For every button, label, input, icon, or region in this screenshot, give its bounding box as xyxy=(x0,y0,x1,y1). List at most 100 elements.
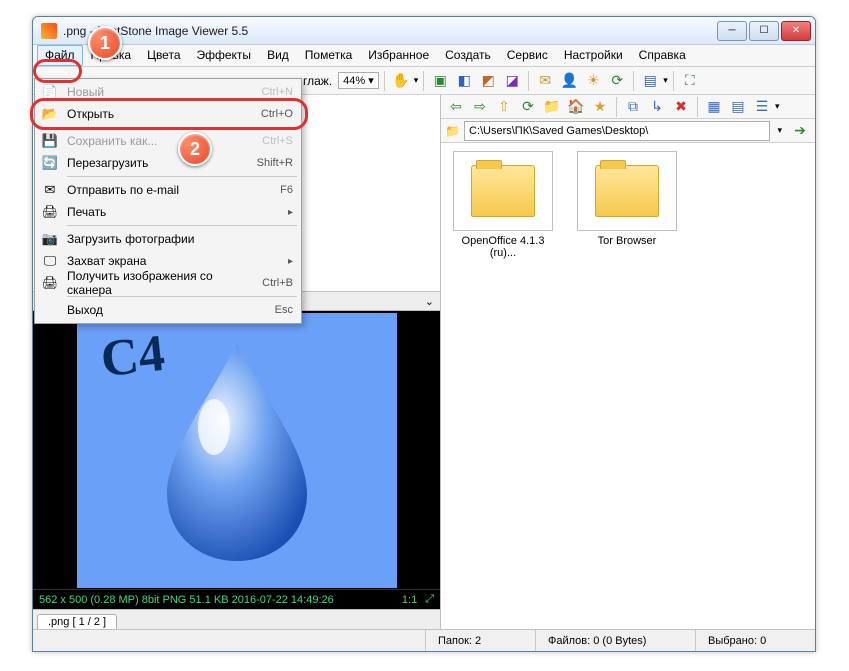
callout-badge: 1 xyxy=(88,26,122,60)
folder-icon xyxy=(471,165,535,217)
capture-icon: 🖵 xyxy=(41,253,59,269)
copy-icon[interactable]: ⧉ xyxy=(622,96,644,118)
folder-item[interactable]: OpenOffice 4.1.3 (ru)... xyxy=(449,151,557,259)
menu-colors[interactable]: Цвета xyxy=(139,45,188,66)
chevron-down-icon: ▾ xyxy=(368,74,374,87)
image-tab[interactable]: .png [ 1 / 2 ] xyxy=(37,614,117,629)
menu-view[interactable]: Вид xyxy=(259,45,297,66)
folder-icon[interactable]: 📁 xyxy=(541,96,563,118)
nav-up-icon[interactable]: ⇧ xyxy=(493,96,515,118)
menu-item-печать[interactable]: 🖨Печать▸ xyxy=(37,201,299,223)
menu-item-сохранить-как-: 💾 Сохранить как... Ctrl+S xyxy=(37,130,299,152)
water-drop-icon xyxy=(162,335,312,565)
pan-tool-icon[interactable]: ✋ xyxy=(390,70,412,92)
status-files: Файлов: 0 (0 Bytes) xyxy=(535,630,695,651)
preview-image: C4 xyxy=(77,313,397,588)
menu-create[interactable]: Создать xyxy=(437,45,499,66)
view-list-icon[interactable]: ▤ xyxy=(727,96,749,118)
crop-icon[interactable]: ◩ xyxy=(477,70,499,92)
menu-item-отправить-по-e-mail[interactable]: ✉Отправить по e-mailF6 xyxy=(37,179,299,201)
maximize-button[interactable]: ☐ xyxy=(749,21,779,41)
statusbar: Папок: 2 Файлов: 0 (0 Bytes) Выбрано: 0 xyxy=(33,629,815,651)
path-text: C:\Users\ПК\Saved Games\Desktop\ xyxy=(469,125,648,137)
menu-item-новый: 📄НовыйCtrl+N xyxy=(37,81,299,103)
scanner-icon: 🖨 xyxy=(41,275,59,291)
menu-item-label: Получить изображения со сканера xyxy=(67,269,254,297)
menu-separator xyxy=(67,225,297,226)
sun-icon[interactable]: ☀ xyxy=(582,70,604,92)
batch-icon[interactable]: ◪ xyxy=(501,70,523,92)
minimize-button[interactable]: ─ xyxy=(717,21,747,41)
menu-help[interactable]: Справка xyxy=(631,45,694,66)
scribble-overlay: C4 xyxy=(98,323,167,388)
home-icon[interactable]: 🏠 xyxy=(565,96,587,118)
nav-back-icon[interactable]: ⇦ xyxy=(445,96,467,118)
fit-icon[interactable]: ⤢ xyxy=(425,593,434,606)
menu-item-перезагрузить[interactable]: 🔄ПерезагрузитьShift+R xyxy=(37,152,299,174)
delete-icon[interactable]: ✖ xyxy=(670,96,692,118)
fullscreen-icon[interactable]: ⛶ xyxy=(679,70,701,92)
zoom-ratio: 1:1 xyxy=(402,594,417,606)
reload-icon: 🔄 xyxy=(41,155,59,171)
browser-pane: ⇦ ⇨ ⇧ ⟳ 📁 🏠 ★ ⧉ ↳ ✖ ▦ ▤ ☰ ▾ 📁 C:\ xyxy=(441,95,815,629)
camera-icon: 📷 xyxy=(41,231,59,247)
folder-list[interactable]: OpenOffice 4.1.3 (ru)... Tor Browser xyxy=(441,143,815,629)
menu-separator xyxy=(67,176,297,177)
blank-icon xyxy=(41,302,59,318)
menu-item-загрузить-фотографии[interactable]: 📷Загрузить фотографии xyxy=(37,228,299,250)
refresh-icon[interactable]: ⟳ xyxy=(606,70,628,92)
menu-item-получить-изображения-со-сканера[interactable]: 🖨Получить изображения со сканераCtrl+B xyxy=(37,272,299,294)
go-icon[interactable]: ➔ xyxy=(789,120,811,142)
menu-item-открыть[interactable]: 📂ОткрытьCtrl+O xyxy=(37,103,299,125)
file-dropdown-menu: 📄НовыйCtrl+N📂ОткрытьCtrl+O💾Сохранить как… xyxy=(34,78,302,324)
view-thumbs-icon[interactable]: ▦ xyxy=(703,96,725,118)
menu-tag[interactable]: Пометка xyxy=(297,45,361,66)
status-folders: Папок: 2 xyxy=(425,630,535,651)
menu-item-label: Перезагрузить xyxy=(67,156,249,170)
menu-service[interactable]: Сервис xyxy=(499,45,556,66)
chevron-down-icon: ▾ xyxy=(414,75,419,86)
save-icon: 💾 xyxy=(41,133,59,149)
reload-icon[interactable]: ⟳ xyxy=(517,96,539,118)
close-button[interactable]: ✕ xyxy=(781,21,811,41)
menu-item-shortcut: Ctrl+S xyxy=(262,135,293,147)
app-icon xyxy=(41,23,57,39)
zoom-combo[interactable]: 44% ▾ xyxy=(338,72,379,89)
preview-area[interactable]: C4 xyxy=(33,311,440,589)
chevron-down-icon: ▾ xyxy=(663,75,668,86)
chevron-down-icon[interactable]: ▾ xyxy=(774,125,785,136)
path-input[interactable]: C:\Users\ПК\Saved Games\Desktop\ xyxy=(464,121,771,141)
slideshow-icon[interactable]: ▣ xyxy=(429,70,451,92)
menu-settings[interactable]: Настройки xyxy=(556,45,631,66)
titlebar: .png - FastStone Image Viewer 5.5 ─ ☐ ✕ xyxy=(33,17,815,45)
status-selected: Выбрано: 0 xyxy=(695,630,815,651)
move-icon[interactable]: ↳ xyxy=(646,96,668,118)
thumbnails-icon[interactable]: ▤ xyxy=(639,70,661,92)
window-controls: ─ ☐ ✕ xyxy=(717,21,811,41)
file-new-icon: 📄 xyxy=(41,84,59,100)
menubar: Файл Правка Цвета Эффекты Вид Пометка Из… xyxy=(33,45,815,67)
menu-item-выход[interactable]: ВыходEsc xyxy=(37,299,299,321)
menu-file[interactable]: Файл xyxy=(37,45,83,66)
favorite-icon[interactable]: ★ xyxy=(589,96,611,118)
view-details-icon[interactable]: ☰ xyxy=(751,96,773,118)
folder-icon xyxy=(595,165,659,217)
collapse-icon[interactable]: ⌄ xyxy=(425,295,434,308)
menu-effects[interactable]: Эффекты xyxy=(189,45,260,66)
image-tabs: .png [ 1 / 2 ] xyxy=(33,609,440,629)
menu-favorites[interactable]: Избранное xyxy=(360,45,437,66)
email-icon[interactable]: ✉ xyxy=(534,70,556,92)
menu-item-label: Сохранить как... xyxy=(67,134,254,148)
folder-label: OpenOffice 4.1.3 (ru)... xyxy=(449,235,557,259)
smoothing-label: глаж. xyxy=(303,74,332,88)
nav-forward-icon[interactable]: ⇨ xyxy=(469,96,491,118)
image-info-text: 562 x 500 (0.28 MP) 8bit PNG 51.1 KB 201… xyxy=(39,594,334,606)
menu-item-label: Отправить по e-mail xyxy=(67,183,272,197)
folder-item[interactable]: Tor Browser xyxy=(573,151,681,247)
person-icon[interactable]: 👤 xyxy=(558,70,580,92)
menu-separator xyxy=(67,127,297,128)
compare-icon[interactable]: ◧ xyxy=(453,70,475,92)
menu-item-shortcut: F6 xyxy=(280,184,293,196)
menu-item-label: Новый xyxy=(67,85,254,99)
folder-open-icon: 📂 xyxy=(41,106,59,122)
